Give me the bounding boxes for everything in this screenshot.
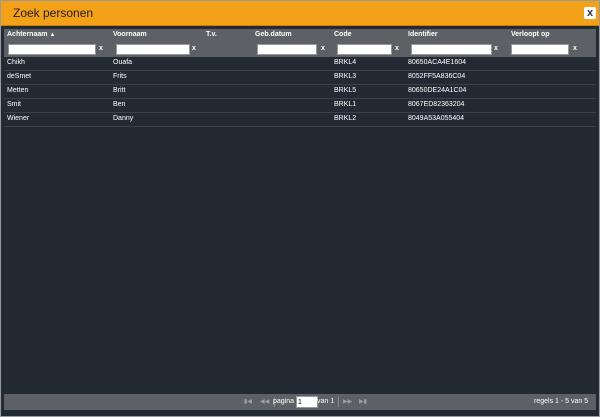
clear-filter-voornaam-button[interactable]: x — [192, 45, 196, 52]
table-row[interactable]: deSmet Frits BRKL3 8052FF5A836C04 — [4, 71, 596, 85]
column-header-row: Achternaam ▲ Voornaam T.v. Geb.datum Code… — [4, 29, 596, 43]
filter-input-achternaam[interactable] — [8, 44, 96, 55]
cell-identifier: 80650ACA4E1604 — [408, 59, 466, 66]
cell-voornaam: Ben — [113, 101, 126, 108]
cell-code: BRKL2 — [334, 115, 357, 122]
sort-ascending-icon: ▲ — [49, 32, 56, 38]
clear-filter-code-button[interactable]: x — [395, 45, 399, 52]
clear-filter-achternaam-button[interactable]: x — [99, 45, 103, 52]
cell-achternaam: Wiener — [7, 115, 30, 122]
dialog-title: Zoek personen — [13, 6, 94, 20]
column-header-identifier[interactable]: Identifier — [408, 31, 438, 38]
clear-filter-identifier-button[interactable]: x — [494, 45, 498, 52]
close-icon: x — [586, 7, 594, 19]
last-page-icon[interactable]: ▶▮ — [359, 398, 367, 405]
dialog-titlebar[interactable]: Zoek personen x — [1, 1, 599, 26]
cell-achternaam: Chikh — [7, 59, 25, 66]
prev-page-icon[interactable]: ◀◀ — [260, 398, 269, 405]
filter-row: x x x x x x — [4, 43, 596, 57]
search-persons-dialog: Zoek personen x Achternaam ▲ Voornaam T.v… — [0, 0, 600, 417]
filter-input-code[interactable] — [337, 44, 392, 55]
next-page-icon[interactable]: ▶▶ — [343, 398, 352, 405]
close-button[interactable]: x — [584, 7, 596, 19]
table-row[interactable]: Metten Britt BRKL5 80650DE24A1C04 — [4, 85, 596, 99]
clear-filter-verloopt-button[interactable]: x — [573, 45, 577, 52]
column-header-voornaam[interactable]: Voornaam — [113, 31, 147, 38]
pager-bar: ▮◀ ◀◀ pagina van 1 ▶▶ ▶▮ regels 1 - 5 va… — [4, 394, 596, 410]
clear-filter-gebdatum-button[interactable]: x — [321, 45, 325, 52]
cell-code: BRKL5 — [334, 87, 357, 94]
page-label: pagina — [273, 398, 295, 405]
cell-achternaam: deSmet — [7, 73, 32, 80]
cell-achternaam: Smit — [7, 101, 21, 108]
cell-achternaam: Metten — [7, 87, 29, 94]
table-row[interactable]: Chikh Ouafa BRKL4 80650ACA4E1604 — [4, 57, 596, 71]
cell-voornaam: Britt — [113, 87, 126, 94]
page-count-label: van 1 — [317, 398, 335, 405]
cell-voornaam: Ouafa — [113, 59, 133, 66]
column-header-achternaam[interactable]: Achternaam ▲ — [7, 31, 55, 38]
column-header-code[interactable]: Code — [334, 31, 352, 38]
column-header-gebdatum[interactable]: Geb.datum — [255, 31, 292, 38]
filter-input-verloopt[interactable] — [511, 44, 569, 55]
cell-code: BRKL4 — [334, 59, 357, 66]
filter-input-gebdatum[interactable] — [257, 44, 317, 55]
table-row[interactable]: Wiener Danny BRKL2 8049A53A055404 — [4, 113, 596, 127]
cell-identifier: 8067ED82363204 — [408, 101, 465, 108]
cell-identifier: 8052FF5A836C04 — [408, 73, 466, 80]
pager-separator — [338, 397, 339, 407]
table-row[interactable]: Smit Ben BRKL1 8067ED82363204 — [4, 99, 596, 113]
cell-voornaam: Frits — [113, 73, 127, 80]
column-header-verloopt[interactable]: Verloopt op — [511, 31, 550, 38]
first-page-icon[interactable]: ▮◀ — [244, 398, 252, 405]
cell-code: BRKL1 — [334, 101, 357, 108]
filter-input-voornaam[interactable] — [116, 44, 190, 55]
persons-grid: Achternaam ▲ Voornaam T.v. Geb.datum Code… — [4, 29, 596, 127]
cell-voornaam: Danny — [113, 115, 134, 122]
filter-input-identifier[interactable] — [411, 44, 492, 55]
cell-identifier: 8049A53A055404 — [408, 115, 465, 122]
cell-identifier: 80650DE24A1C04 — [408, 87, 467, 94]
column-header-tv[interactable]: T.v. — [206, 31, 217, 38]
page-number-input[interactable] — [296, 396, 318, 408]
cell-code: BRKL3 — [334, 73, 357, 80]
records-summary: regels 1 - 5 van 5 — [534, 398, 589, 405]
